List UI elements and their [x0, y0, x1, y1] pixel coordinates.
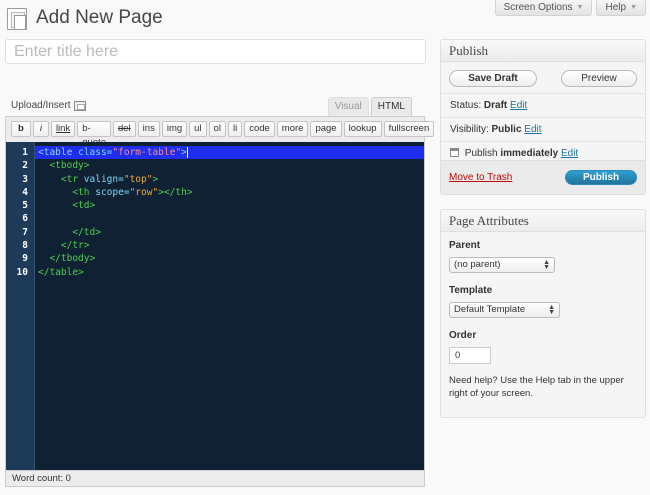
pages-icon: [7, 8, 27, 30]
line-number: 10: [16, 266, 28, 278]
select-arrows-icon: ▲ ▼: [548, 304, 555, 316]
lookup-button[interactable]: lookup: [343, 121, 382, 137]
page-button[interactable]: page: [310, 121, 342, 137]
add-media-icon[interactable]: [74, 100, 87, 111]
code-line[interactable]: <tr valign="top">: [35, 173, 424, 186]
status-row: Status: Draft Edit: [441, 93, 645, 117]
schedule-label: Publish: [464, 148, 498, 159]
ul-button[interactable]: ul: [189, 121, 207, 137]
title-input[interactable]: [5, 39, 426, 64]
html-editor: b i link b-quote del ins img ul ol li co…: [5, 116, 435, 487]
screen-options-label: Screen Options: [503, 1, 573, 13]
schedule-value: immediately: [500, 148, 559, 159]
tab-visual[interactable]: Visual: [327, 97, 369, 116]
bold-button[interactable]: b: [11, 121, 31, 137]
line-number: 6: [22, 213, 28, 225]
edit-status-link[interactable]: Edit: [510, 100, 527, 111]
publish-heading[interactable]: Publish: [441, 40, 645, 62]
publish-minor-actions: Save Draft Preview: [441, 62, 645, 93]
line-number: 4: [22, 186, 28, 198]
blockquote-button[interactable]: b-quote: [77, 121, 111, 148]
move-to-trash-link[interactable]: Move to Trash: [449, 172, 512, 183]
line-number: 9: [22, 253, 28, 265]
code-line[interactable]: </table>: [35, 266, 424, 279]
code-line[interactable]: </tbody>: [35, 252, 424, 265]
publish-box: Publish Save Draft Preview Status: Draft…: [440, 39, 646, 195]
visibility-value: Public: [491, 124, 522, 135]
upload-insert-label: Upload/Insert: [11, 100, 71, 111]
line-number: 1: [22, 147, 28, 158]
template-label: Template: [449, 285, 493, 296]
template-select-value: Default Template: [454, 304, 526, 315]
order-label: Order: [449, 330, 477, 341]
quicktags-toolbar: b i link b-quote del ins img ul ol li co…: [6, 117, 435, 148]
edit-visibility-link[interactable]: Edit: [524, 124, 541, 135]
code-line[interactable]: <table class="form-table">: [35, 146, 424, 160]
tab-html[interactable]: HTML: [370, 97, 412, 116]
select-arrows-icon: ▲ ▼: [543, 259, 550, 271]
edit-schedule-link[interactable]: Edit: [561, 148, 578, 159]
code-button[interactable]: code: [244, 121, 275, 137]
order-input[interactable]: 0: [449, 347, 491, 364]
help-button[interactable]: Help ▼: [596, 0, 646, 16]
line-number-gutter: 1 2 3 4 5 6 7 8 9 10: [6, 142, 35, 471]
line-number: 5: [22, 200, 28, 212]
preview-button[interactable]: Preview: [561, 70, 637, 87]
visibility-row: Visibility: Public Edit: [441, 117, 645, 141]
screen-meta-links: Screen Options ▼ Help ▼: [494, 0, 646, 16]
text-cursor: [186, 147, 188, 158]
page-attributes-heading[interactable]: Page Attributes: [441, 210, 645, 232]
ins-button[interactable]: ins: [137, 121, 160, 137]
more-button[interactable]: more: [276, 121, 309, 137]
help-text: Need help? Use the Help tab in the upper…: [449, 375, 624, 399]
code-line[interactable]: [35, 212, 424, 225]
chevron-down-icon: ▼: [630, 3, 637, 11]
template-select[interactable]: Default Template ▲ ▼: [449, 302, 560, 318]
code-line[interactable]: </tr>: [35, 239, 424, 252]
chevron-down-icon: ▼: [576, 3, 584, 11]
calendar-icon: [450, 148, 459, 157]
code-content[interactable]: <table class="form-table"> <tbody> <tr v…: [35, 142, 424, 471]
status-value: Draft: [483, 100, 508, 111]
img-button[interactable]: img: [161, 121, 188, 137]
line-number: 2: [22, 160, 28, 172]
parent-select-value: (no parent): [454, 259, 501, 270]
ol-button[interactable]: ol: [208, 121, 226, 137]
line-number: 3: [22, 173, 28, 185]
visibility-label: Visibility:: [450, 124, 489, 135]
link-button[interactable]: link: [50, 121, 76, 137]
page-title: Add New Page: [36, 7, 163, 28]
code-line[interactable]: </td>: [35, 226, 424, 239]
publish-major-actions: Move to Trash Publish: [441, 160, 645, 194]
page-attributes-box: Page Attributes Parent (no parent) ▲ ▼ Te…: [440, 209, 646, 418]
help-label: Help: [605, 1, 627, 13]
code-line[interactable]: <th scope="row"></th>: [35, 186, 424, 199]
line-number: 8: [22, 240, 28, 252]
parent-select[interactable]: (no parent) ▲ ▼: [449, 257, 555, 273]
fullscreen-button[interactable]: fullscreen: [383, 121, 435, 137]
code-line[interactable]: <td>: [35, 199, 424, 212]
code-area[interactable]: 1 2 3 4 5 6 7 8 9 10 <table class="form-…: [6, 142, 424, 471]
li-button[interactable]: li: [227, 121, 243, 137]
publish-button[interactable]: Publish: [565, 170, 637, 185]
line-number: 7: [22, 226, 28, 238]
page-attributes-body: Parent (no parent) ▲ ▼ Template Default T…: [441, 232, 645, 408]
italic-button[interactable]: i: [32, 121, 49, 137]
editor-tabs: Visual HTML: [327, 97, 412, 116]
upload-insert[interactable]: Upload/Insert: [11, 100, 87, 111]
del-button[interactable]: del: [112, 121, 136, 137]
word-count: Word count: 0: [6, 470, 424, 486]
parent-label: Parent: [449, 240, 481, 251]
code-line[interactable]: <tbody>: [35, 159, 424, 172]
status-label: Status:: [450, 100, 482, 111]
save-draft-button[interactable]: Save Draft: [449, 70, 537, 87]
screen-options-button[interactable]: Screen Options ▼: [494, 0, 593, 16]
